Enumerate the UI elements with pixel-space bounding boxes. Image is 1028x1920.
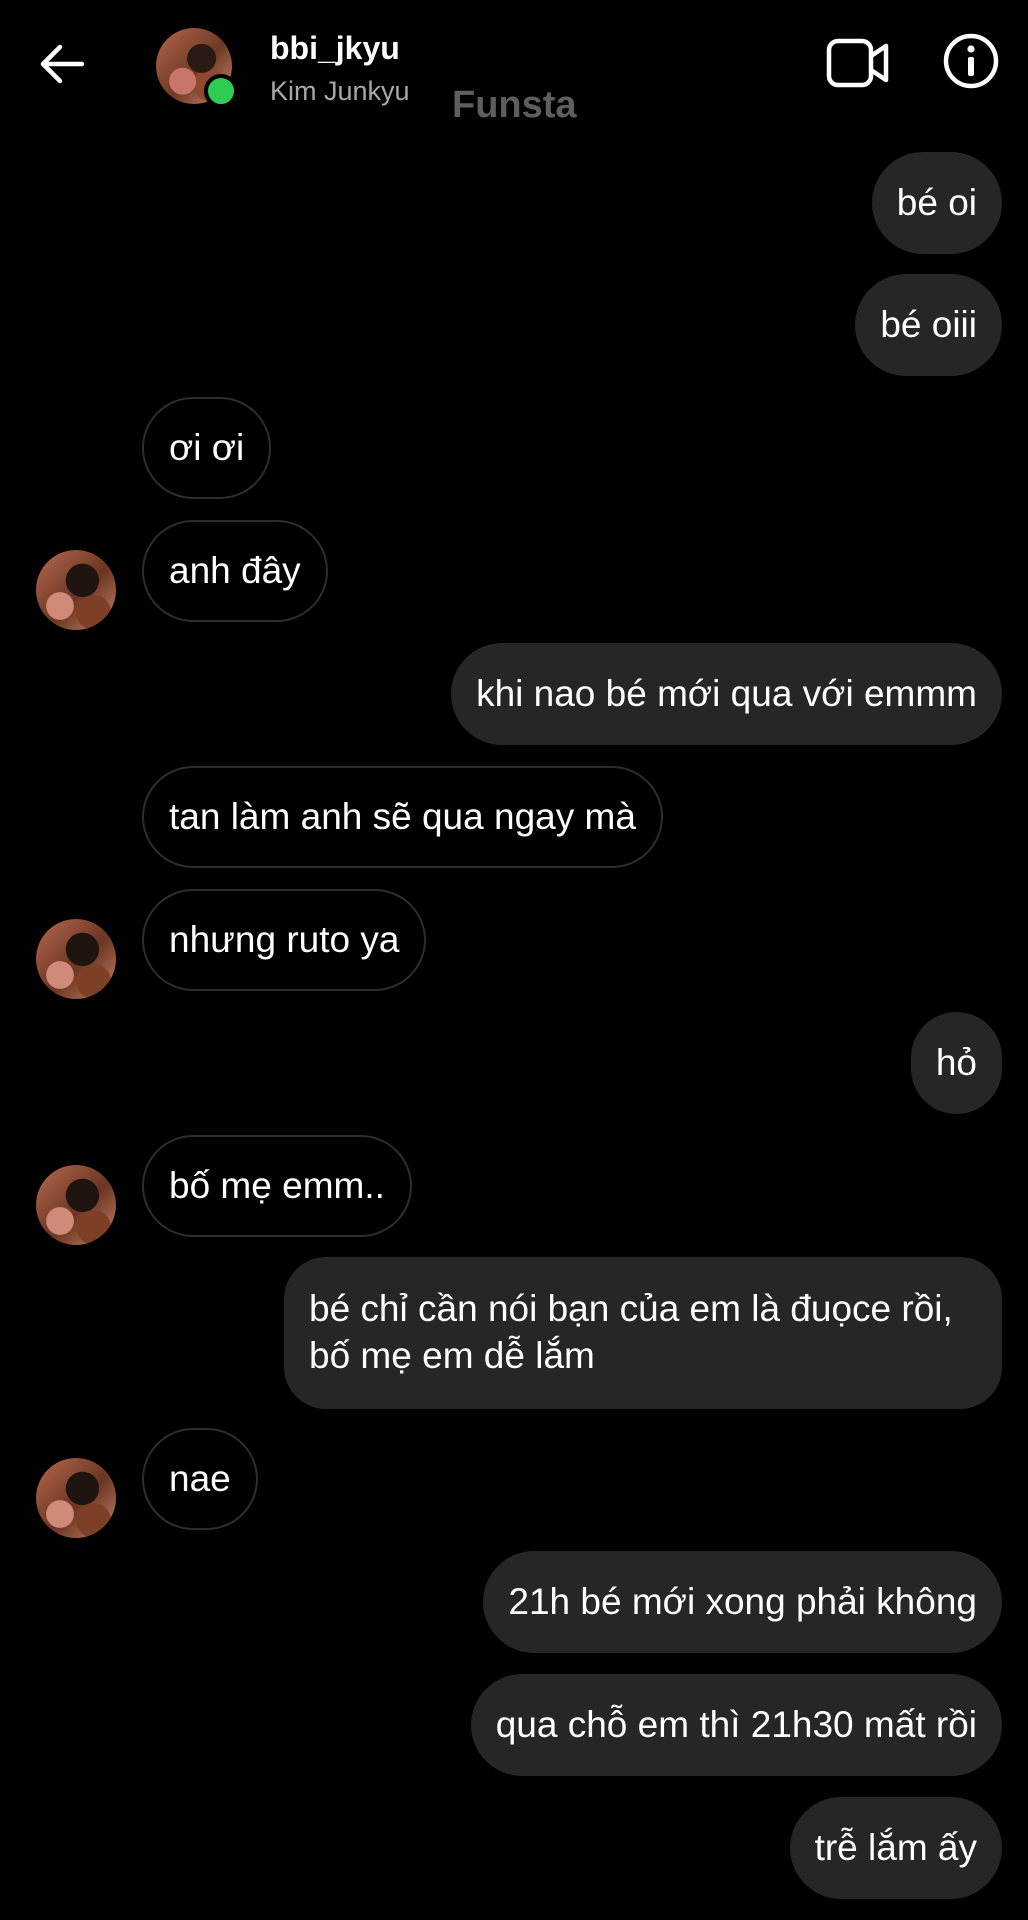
message-incoming[interactable]: tan làm anh sẽ qua ngay mà xyxy=(142,766,663,868)
message-incoming[interactable]: bố mẹ emm.. xyxy=(142,1135,412,1237)
sender-avatar[interactable] xyxy=(36,919,116,999)
info-button[interactable] xyxy=(942,32,1000,90)
video-call-button[interactable] xyxy=(826,36,890,90)
message-outgoing[interactable]: qua chỗ em thì 21h30 mất rồi xyxy=(470,1674,1002,1776)
back-arrow-icon xyxy=(40,44,85,84)
message-incoming[interactable]: nhưng ruto ya xyxy=(142,889,427,991)
message-outgoing[interactable]: khi nao bé mới qua với emmm xyxy=(451,643,1002,745)
online-status-indicator xyxy=(204,74,238,108)
message-outgoing[interactable]: trễ lắm ấy xyxy=(789,1797,1002,1899)
back-button[interactable] xyxy=(36,38,88,90)
message-outgoing[interactable]: hỏ xyxy=(910,1012,1002,1114)
sender-avatar[interactable] xyxy=(36,1458,116,1538)
message-outgoing[interactable]: bé oiii xyxy=(855,274,1002,376)
message-outgoing[interactable]: bé chỉ cần nói bạn của em là đuọce rồi, … xyxy=(284,1257,1002,1409)
watermark-text: Funsta xyxy=(452,84,577,126)
message-incoming[interactable]: ơi ơi xyxy=(142,397,272,499)
chat-header: bbi_jkyu Kim Junkyu Funsta xyxy=(0,0,1028,140)
sender-avatar[interactable] xyxy=(36,550,116,630)
message-incoming[interactable]: anh đây xyxy=(142,520,328,622)
profile-username[interactable]: bbi_jkyu xyxy=(270,30,400,67)
sender-avatar[interactable] xyxy=(36,1165,116,1245)
info-icon xyxy=(943,33,999,89)
message-outgoing[interactable]: 21h bé mới xong phải không xyxy=(483,1551,1002,1653)
video-call-icon xyxy=(826,38,889,88)
message-outgoing[interactable]: bé oi xyxy=(871,152,1002,254)
profile-fullname: Kim Junkyu xyxy=(270,76,410,106)
message-incoming[interactable]: nae xyxy=(142,1428,258,1530)
